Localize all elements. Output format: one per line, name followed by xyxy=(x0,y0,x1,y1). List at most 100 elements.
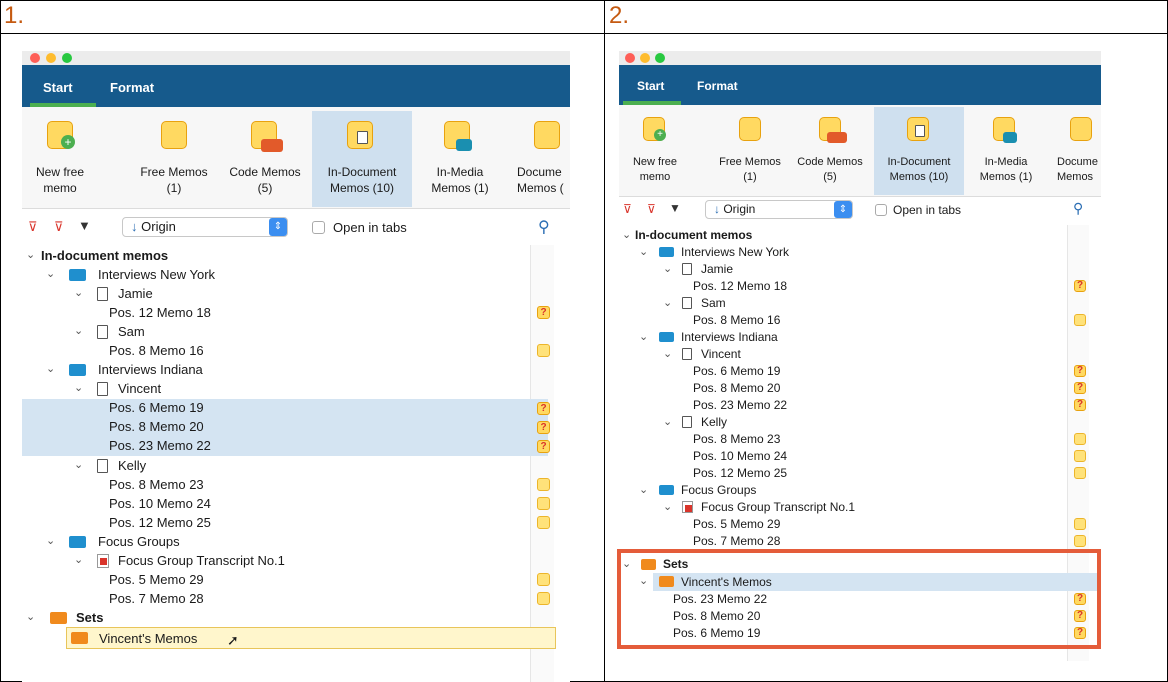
window-titlebar xyxy=(619,51,1101,65)
tree-row-memo-24[interactable]: Pos. 10 Memo 24 xyxy=(619,448,1101,465)
chevron-down-icon[interactable]: ⌄ xyxy=(639,245,648,258)
tree-row-memo-28[interactable]: Pos. 7 Memo 28 xyxy=(22,590,570,608)
free-memos-button[interactable]: Free Memos (1) xyxy=(130,113,218,205)
tree-row-memo-19[interactable]: Pos. 6 Memo 19 ? xyxy=(619,363,1101,380)
tree-row-memo-20[interactable]: Pos. 8 Memo 20 ? xyxy=(22,418,550,437)
maximize-window-button[interactable] xyxy=(655,53,665,63)
sort-origin-select[interactable]: ↓ Origin ⇕ xyxy=(705,200,853,219)
in-document-memos-button[interactable]: In-Document Memos (10) xyxy=(312,111,412,207)
tree-row-memo-19[interactable]: Pos. 6 Memo 19 ? xyxy=(22,399,550,418)
tree-row-memo-18[interactable]: Pos. 12 Memo 18 ? xyxy=(22,304,570,322)
filter-reset-icon[interactable]: ⊽ xyxy=(647,202,656,216)
tree-row-kelly[interactable]: ⌄ Kelly xyxy=(22,457,570,475)
chevron-down-icon[interactable]: ⌄ xyxy=(663,262,672,275)
tree-row-memo-16[interactable]: Pos. 8 Memo 16 xyxy=(619,312,1101,329)
tree-row-focus-groups[interactable]: ⌄ Focus Groups xyxy=(619,482,1101,499)
chevron-down-icon[interactable]: ⌄ xyxy=(663,500,672,513)
question-memo-icon: ? xyxy=(537,440,550,453)
chevron-down-icon[interactable]: ⌄ xyxy=(26,248,35,261)
close-window-button[interactable] xyxy=(625,53,635,63)
tab-start[interactable]: Start xyxy=(43,80,73,95)
document-memos-button[interactable]: Docume Memos xyxy=(1053,109,1101,193)
tree-row-sam[interactable]: ⌄ Sam xyxy=(22,323,570,341)
tree-row-interviews-new-york[interactable]: ⌄ Interviews New York xyxy=(619,244,1101,261)
tree-row-in-document-memos[interactable]: ⌄ In-document memos xyxy=(619,227,1101,244)
memo-25-label: Pos. 12 Memo 25 xyxy=(109,515,211,530)
tree-row-in-document-memos[interactable]: ⌄ In-document memos xyxy=(22,247,570,265)
chevron-down-icon[interactable]: ⌄ xyxy=(663,347,672,360)
free-memos-button[interactable]: Free Memos (1) xyxy=(711,109,789,193)
in-document-memos-button[interactable]: In-Document Memos (10) xyxy=(874,107,964,195)
tree-row-memo-22[interactable]: Pos. 23 Memo 22 ? xyxy=(619,397,1101,414)
tree-row-memo-28[interactable]: Pos. 7 Memo 28 xyxy=(619,533,1101,547)
filter-icon[interactable]: ▼ xyxy=(78,218,91,233)
tree-row-memo-25[interactable]: Pos. 12 Memo 25 xyxy=(619,465,1101,482)
sort-origin-select[interactable]: ↓ Origin ⇕ xyxy=(122,217,288,237)
code-memos-button[interactable]: Code Memos (5) xyxy=(791,109,869,193)
chevron-down-icon[interactable]: ⌄ xyxy=(46,534,55,547)
tree-row-jamie[interactable]: ⌄ Jamie xyxy=(22,285,570,303)
tree-row-vincent[interactable]: ⌄ Vincent xyxy=(619,346,1101,363)
tree-row-interviews-new-york[interactable]: ⌄ Interviews New York xyxy=(22,266,570,284)
chevron-down-icon[interactable]: ⌄ xyxy=(74,458,83,471)
tree-row-sets[interactable]: ⌄ Sets xyxy=(22,609,570,627)
minimize-window-button[interactable] xyxy=(640,53,650,63)
new-free-memo-button[interactable]: + New free memo xyxy=(627,109,683,193)
document-memos-button[interactable]: Docume Memos ( xyxy=(512,113,570,205)
chevron-down-icon[interactable]: ⌄ xyxy=(74,286,83,299)
chevron-down-icon[interactable]: ⌄ xyxy=(639,483,648,496)
tree-row-vincents-memos-drop-target[interactable]: Vincent's Memos ➚ xyxy=(66,627,556,649)
filter-clear-icon[interactable]: ⊽ xyxy=(28,219,38,235)
tree-row-kelly[interactable]: ⌄ Kelly xyxy=(619,414,1101,431)
panel-step-1: Start Format + New free memo Free Memos … xyxy=(22,51,570,682)
tree-row-jamie[interactable]: ⌄ Jamie xyxy=(619,261,1101,278)
tree-row-interviews-indiana[interactable]: ⌄ Interviews Indiana xyxy=(22,361,570,379)
tree-row-memo-29[interactable]: Pos. 5 Memo 29 xyxy=(619,516,1101,533)
search-icon[interactable]: ⚲ xyxy=(538,217,550,237)
jamie-label: Jamie xyxy=(701,262,734,276)
in-media-memos-button[interactable]: In-Media Memos (1) xyxy=(971,109,1041,193)
search-icon[interactable]: ⚲ xyxy=(1073,200,1083,217)
tree-row-memo-16[interactable]: Pos. 8 Memo 16 xyxy=(22,342,570,360)
tree-row-vincent[interactable]: ⌄ Vincent xyxy=(22,380,570,398)
tree-row-memo-22[interactable]: Pos. 23 Memo 22 ? xyxy=(22,437,550,456)
chevron-down-icon[interactable]: ⌄ xyxy=(74,553,83,566)
memo-29-label: Pos. 5 Memo 29 xyxy=(109,572,204,587)
tab-start[interactable]: Start xyxy=(637,79,664,93)
tree-row-memo-29[interactable]: Pos. 5 Memo 29 xyxy=(22,571,570,589)
tree-row-focus-group-transcript[interactable]: ⌄ Focus Group Transcript No.1 xyxy=(22,552,570,570)
chevron-down-icon[interactable]: ⌄ xyxy=(663,296,672,309)
chevron-down-icon[interactable]: ⌄ xyxy=(26,610,35,623)
new-free-memo-button[interactable]: + New free memo xyxy=(30,113,90,205)
chevron-down-icon[interactable]: ⌄ xyxy=(46,362,55,375)
chevron-down-icon[interactable]: ⌄ xyxy=(663,415,672,428)
tab-format[interactable]: Format xyxy=(697,79,738,93)
open-in-tabs-checkbox[interactable] xyxy=(875,204,887,216)
filter-clear-icon[interactable]: ⊽ xyxy=(623,202,632,216)
tree-row-memo-24[interactable]: Pos. 10 Memo 24 xyxy=(22,495,570,513)
filter-icon[interactable]: ▼ xyxy=(669,201,681,215)
filter-reset-icon[interactable]: ⊽ xyxy=(54,219,64,235)
chevron-down-icon[interactable]: ⌄ xyxy=(622,228,631,241)
tree-row-sam[interactable]: ⌄ Sam xyxy=(619,295,1101,312)
chevron-down-icon[interactable]: ⌄ xyxy=(74,381,83,394)
in-media-memos-button[interactable]: In-Media Memos (1) xyxy=(420,113,500,205)
tree-row-memo-23[interactable]: Pos. 8 Memo 23 xyxy=(619,431,1101,448)
open-in-tabs-checkbox[interactable] xyxy=(312,221,325,234)
tree-row-memo-25[interactable]: Pos. 12 Memo 25 xyxy=(22,514,570,532)
tree-row-memo-18[interactable]: Pos. 12 Memo 18 ? xyxy=(619,278,1101,295)
tree-row-focus-group-transcript[interactable]: ⌄ Focus Group Transcript No.1 xyxy=(619,499,1101,516)
chevron-down-icon[interactable]: ⌄ xyxy=(639,330,648,343)
code-memos-button[interactable]: Code Memos (5) xyxy=(220,113,310,205)
close-window-button[interactable] xyxy=(30,53,40,63)
tree-row-memo-20[interactable]: Pos. 8 Memo 20 ? xyxy=(619,380,1101,397)
tree-row-focus-groups[interactable]: ⌄ Focus Groups xyxy=(22,533,570,551)
chevron-down-icon[interactable]: ⌄ xyxy=(46,267,55,280)
tab-format[interactable]: Format xyxy=(110,80,154,95)
memo-toolbar: ⊽ ⊽ ▼ ↓ Origin ⇕ Open in tabs ⚲ xyxy=(619,199,1101,223)
chevron-down-icon[interactable]: ⌄ xyxy=(74,324,83,337)
minimize-window-button[interactable] xyxy=(46,53,56,63)
tree-row-memo-23[interactable]: Pos. 8 Memo 23 xyxy=(22,476,570,494)
maximize-window-button[interactable] xyxy=(62,53,72,63)
tree-row-interviews-indiana[interactable]: ⌄ Interviews Indiana xyxy=(619,329,1101,346)
